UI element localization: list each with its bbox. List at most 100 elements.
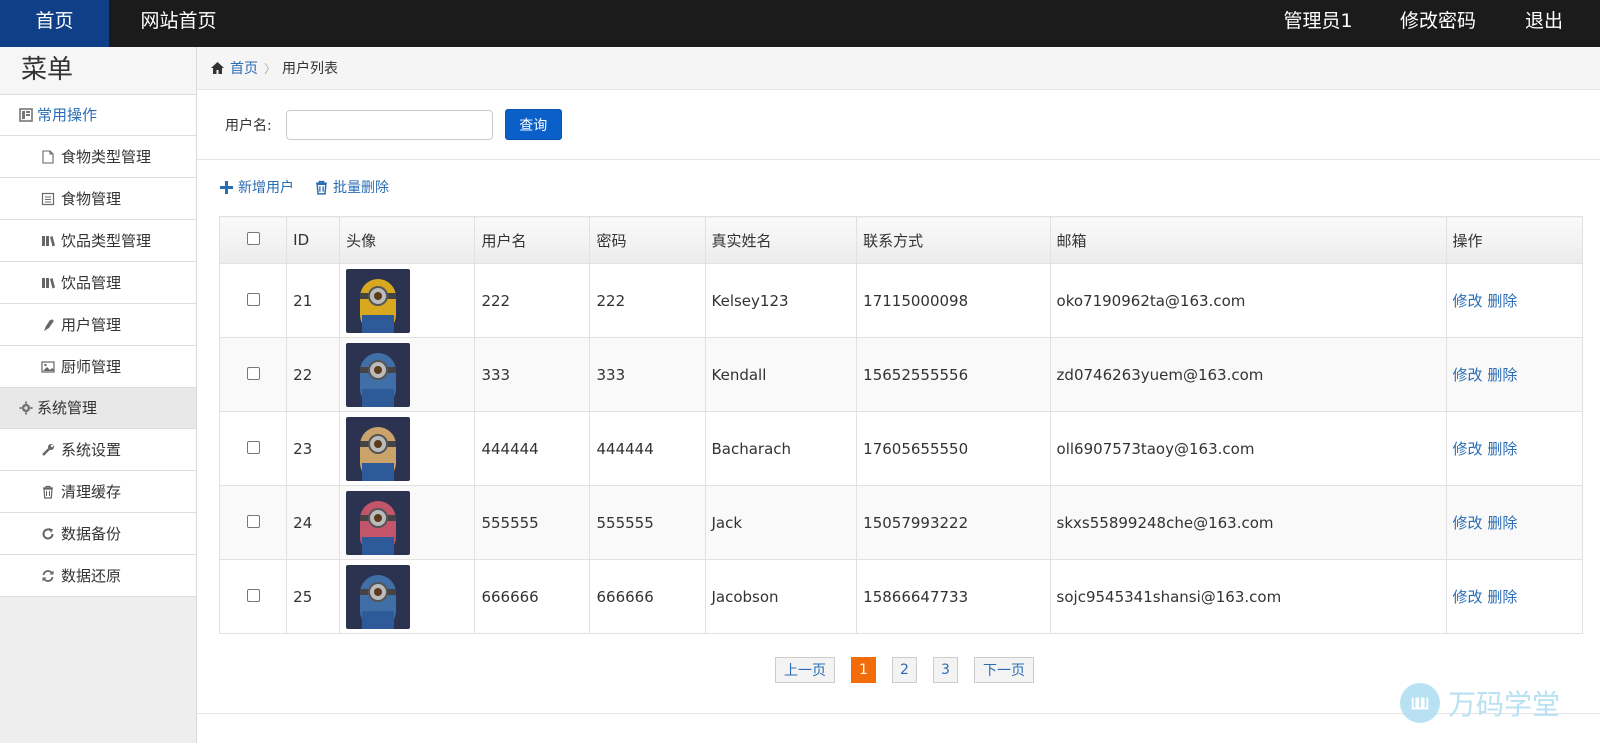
sidebar-item-label: 厨师管理	[61, 358, 122, 376]
cell-username: 555555	[474, 485, 591, 560]
page-1-button[interactable]: 1	[851, 657, 876, 683]
sidebar-item-clear-cache[interactable]: 清理缓存	[0, 471, 196, 513]
row-checkbox[interactable]	[246, 292, 260, 306]
sidebar-item-settings[interactable]: 系统设置	[0, 429, 196, 471]
breadcrumb-current: 用户列表	[282, 61, 339, 77]
sidebar-item-chef[interactable]: 厨师管理	[0, 346, 196, 388]
username-search-input[interactable]	[285, 109, 493, 140]
column-header: 操作	[1445, 216, 1584, 264]
sidebar-item-food-type[interactable]: 食物类型管理	[0, 136, 196, 178]
sidebar-item-drink-type[interactable]: 饮品类型管理	[0, 220, 196, 262]
table-row: 23 444444 444444 Bacharach 17605655550 oll690…	[218, 411, 1584, 486]
select-all-cell	[218, 216, 288, 264]
next-page-button[interactable]: 下一页	[974, 657, 1034, 683]
row-checkbox[interactable]	[246, 514, 260, 528]
search-label: 用户名:	[225, 117, 272, 134]
cell-phone: 15866647733	[856, 559, 1051, 634]
nav-site-home[interactable]: 网站首页	[130, 0, 227, 47]
cell-id: 23	[286, 411, 341, 486]
column-header: ID	[286, 216, 341, 264]
cell-username: 666666	[474, 559, 591, 634]
wrench-icon	[40, 442, 56, 458]
menu-group-system[interactable]: 系统管理	[0, 388, 196, 429]
cell-password: 444444	[589, 411, 706, 486]
refresh-icon	[40, 526, 56, 542]
sidebar-title: 菜单	[0, 47, 196, 95]
cell-operations: 修改 删除	[1445, 559, 1584, 634]
user-table: ID 头像 用户名 密码 真实姓名 联系方式 邮箱 操作 21 222 222 Kel…	[218, 216, 1584, 634]
nav-logout[interactable]: 退出	[1516, 0, 1572, 47]
delete-link[interactable]: 删除	[1487, 440, 1517, 458]
table-row: 21 222 222 Kelsey123 17115000098 oko7190962ta…	[218, 263, 1584, 338]
cell-id: 21	[286, 263, 341, 338]
cell-email: skxs55899248che@163.com	[1049, 485, 1447, 560]
row-checkbox[interactable]	[246, 440, 260, 454]
delete-link[interactable]: 删除	[1487, 588, 1517, 606]
page-2-button[interactable]: 2	[892, 657, 917, 683]
edit-link[interactable]: 修改	[1453, 366, 1483, 384]
sidebar-item-restore[interactable]: 数据还原	[0, 555, 196, 597]
search-bar: 用户名: 查询	[197, 90, 1600, 160]
cell-avatar	[339, 485, 476, 560]
sync-icon	[40, 568, 56, 584]
table-row: 24 555555 555555 Jack 15057993222 skxs5589924…	[218, 485, 1584, 560]
cell-avatar	[339, 337, 476, 412]
add-user-button[interactable]: 新增用户	[219, 177, 294, 197]
breadcrumb-home[interactable]: 首页	[210, 58, 258, 78]
gear-icon	[18, 400, 34, 416]
cell-avatar	[339, 559, 476, 634]
sidebar-item-food[interactable]: 食物管理	[0, 178, 196, 220]
edit-link[interactable]: 修改	[1453, 514, 1483, 532]
books-icon	[40, 275, 56, 291]
edit-link[interactable]: 修改	[1453, 588, 1483, 606]
column-header: 用户名	[474, 216, 591, 264]
row-checkbox[interactable]	[246, 588, 260, 602]
cell-operations: 修改 删除	[1445, 263, 1584, 338]
row-select-cell	[218, 263, 288, 338]
trash-icon	[40, 484, 56, 500]
page-3-button[interactable]: 3	[933, 657, 958, 683]
cell-phone: 15057993222	[856, 485, 1051, 560]
nav-change-password[interactable]: 修改密码	[1392, 0, 1484, 47]
add-user-label: 新增用户	[238, 180, 294, 196]
cell-avatar	[339, 263, 476, 338]
table-row: 22 333 333 Kendall 15652555556 zd0746263yuem@…	[218, 337, 1584, 412]
cell-username: 444444	[474, 411, 591, 486]
nav-home[interactable]: 首页	[0, 0, 109, 47]
sidebar-item-label: 数据备份	[61, 525, 122, 543]
row-checkbox[interactable]	[246, 366, 260, 380]
sidebar-item-drink[interactable]: 饮品管理	[0, 262, 196, 304]
avatar	[346, 342, 411, 407]
search-button[interactable]: 查询	[504, 109, 562, 140]
sidebar-item-user[interactable]: 用户管理	[0, 304, 196, 346]
image-icon	[40, 359, 56, 375]
trash-icon	[316, 180, 327, 195]
column-header: 真实姓名	[704, 216, 858, 264]
menu-group-common[interactable]: 常用操作	[0, 95, 196, 136]
cell-phone: 17605655550	[856, 411, 1051, 486]
table-row: 25 666666 666666 Jacobson 15866647733 sojc954…	[218, 559, 1584, 634]
edit-link[interactable]: 修改	[1453, 440, 1483, 458]
menu-group-label: 常用操作	[37, 106, 98, 124]
prev-page-button[interactable]: 上一页	[775, 657, 835, 683]
cell-id: 24	[286, 485, 341, 560]
batch-delete-button[interactable]: 批量删除	[314, 177, 389, 197]
delete-link[interactable]: 删除	[1487, 514, 1517, 532]
select-all-checkbox[interactable]	[246, 232, 260, 245]
row-select-cell	[218, 337, 288, 412]
sidebar-item-label: 食物类型管理	[61, 148, 152, 166]
user-icon	[40, 317, 56, 333]
delete-link[interactable]: 删除	[1487, 292, 1517, 310]
delete-link[interactable]: 删除	[1487, 366, 1517, 384]
avatar	[346, 490, 411, 555]
avatar	[346, 564, 411, 629]
divider	[197, 713, 1600, 714]
batch-delete-label: 批量删除	[333, 180, 389, 196]
edit-link[interactable]: 修改	[1453, 292, 1483, 310]
cell-email: oll6907573taoy@163.com	[1049, 411, 1447, 486]
cell-id: 25	[286, 559, 341, 634]
nav-admin-user[interactable]: 管理员1	[1273, 0, 1363, 47]
toolbar: 新增用户 批量删除	[219, 177, 409, 197]
sidebar-item-backup[interactable]: 数据备份	[0, 513, 196, 555]
avatar	[346, 416, 411, 481]
